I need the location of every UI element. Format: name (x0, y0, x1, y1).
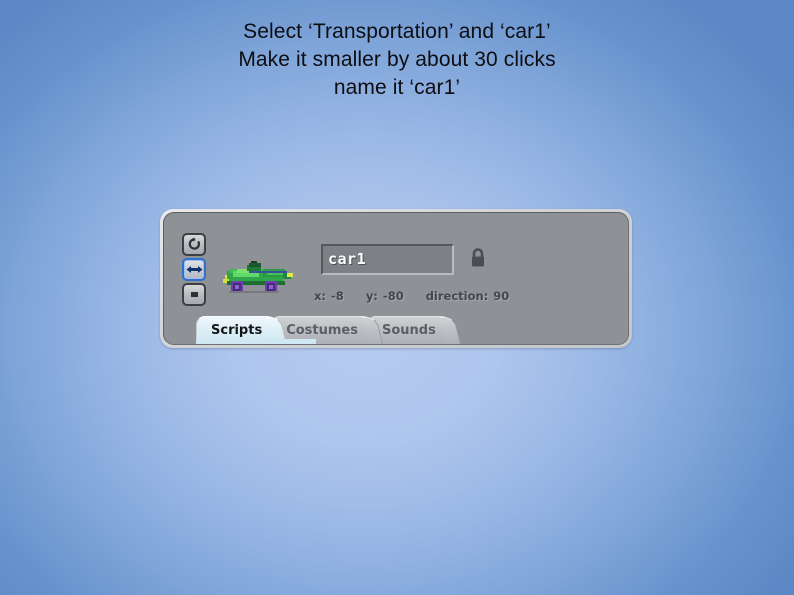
tab-sounds-label: Sounds (381, 323, 436, 338)
instruction-line-2: Make it smaller by about 30 clicks (238, 48, 556, 71)
do-not-rotate-button[interactable] (182, 283, 206, 306)
instruction-line-1: Select ‘Transportation’ and ‘car1’ (243, 20, 551, 43)
sprite-name-input[interactable]: car1 (321, 244, 454, 275)
left-right-flip-button[interactable] (182, 258, 206, 281)
sprite-info-panel-body: car1 x: -8 y: -80 direction: 90 Scripts … (163, 212, 629, 345)
sprite-coordinates: x: -8 y: -80 direction: 90 (314, 287, 509, 305)
y-value: -80 (382, 289, 404, 303)
square-dot-icon (188, 289, 201, 300)
slide-canvas: Select ‘Transportation’ and ‘car1’ Make … (0, 0, 794, 595)
direction-label: direction: (425, 289, 489, 303)
sprite-thumbnail[interactable] (219, 253, 299, 297)
x-value: -8 (331, 289, 344, 303)
tab-costumes-label: Costumes (286, 323, 358, 338)
active-tab-strip (196, 339, 316, 344)
instruction-line-3: name it ‘car1’ (333, 76, 461, 99)
left-right-arrow-icon (186, 263, 203, 276)
padlock-icon[interactable] (467, 246, 489, 272)
rotate-arrow-icon (187, 237, 202, 252)
direction-value: 90 (493, 289, 510, 303)
tab-scripts-label: Scripts (211, 323, 263, 338)
sprite-name-value: car1 (328, 250, 367, 268)
x-label: x: (314, 289, 327, 303)
rotation-style-buttons (182, 233, 208, 308)
instruction-text: Select ‘Transportation’ and ‘car1’ Make … (0, 18, 794, 102)
rotate-freely-button[interactable] (182, 233, 206, 256)
y-label: y: (365, 289, 378, 303)
sprite-info-panel: car1 x: -8 y: -80 direction: 90 Scripts … (160, 209, 632, 348)
